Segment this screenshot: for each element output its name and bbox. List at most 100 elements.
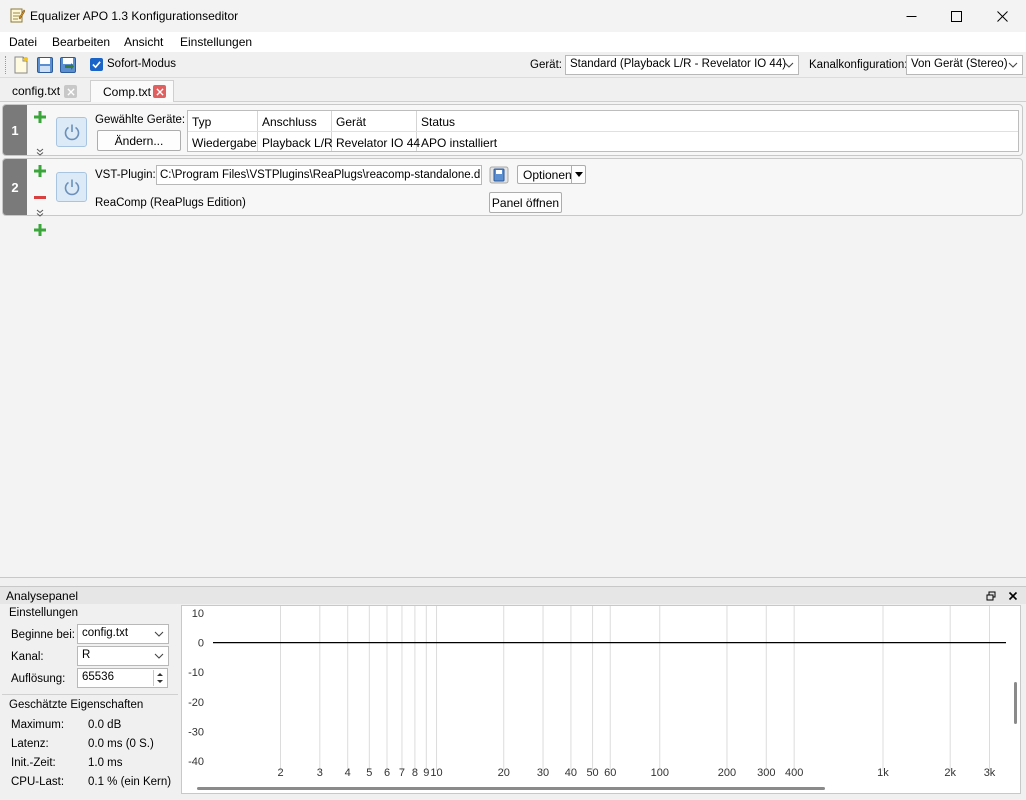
browse-plugin-button[interactable]: [489, 166, 509, 184]
x-tick-label: 60: [604, 767, 616, 779]
menu-view[interactable]: Ansicht: [124, 35, 163, 49]
open-file-button[interactable]: [36, 56, 54, 74]
menu-file[interactable]: Datei: [9, 35, 37, 49]
tab-config-close-button[interactable]: [64, 85, 77, 98]
vst-plugin-label: VST-Plugin:: [95, 169, 156, 181]
channel-value: R: [82, 649, 91, 661]
undock-icon: [986, 591, 996, 601]
x-tick-label: 10: [430, 767, 442, 779]
x-tick-label: 8: [412, 767, 418, 779]
latency-value: 0.0 ms (0 S.): [88, 738, 154, 750]
save-as-button[interactable]: [59, 56, 77, 74]
close-panel-button[interactable]: [1008, 590, 1018, 604]
tab-comp-label: Comp.txt: [103, 85, 152, 99]
channel-config-label: Kanalkonfiguration:: [809, 59, 908, 71]
device-select-value: Standard (Playback L/R - Revelator IO 44…: [570, 58, 787, 70]
max-value: 0.0 dB: [88, 719, 122, 731]
table-header-status: Status: [421, 115, 456, 129]
init-time-label: Init.-Zeit:: [11, 757, 56, 769]
channel-config-select[interactable]: Von Gerät (Stereo): [906, 55, 1023, 75]
add-filter-bottom-button[interactable]: [34, 224, 46, 239]
vst-path-input[interactable]: C:\Program Files\VSTPlugins\ReaPlugs\rea…: [156, 165, 482, 185]
row-number[interactable]: 2: [3, 159, 27, 215]
device-select[interactable]: Standard (Playback L/R - Revelator IO 44…: [565, 55, 799, 75]
x-tick-label: 30: [537, 767, 549, 779]
expand-button[interactable]: [36, 206, 44, 220]
open-panel-button[interactable]: Panel öffnen: [489, 192, 562, 213]
plus-icon: [34, 165, 46, 177]
x-tick-label: 5: [366, 767, 372, 779]
x-tick-label: 300: [757, 767, 775, 779]
y-tick-label: 0: [198, 638, 204, 650]
options-dropdown-button[interactable]: Optionen: [517, 165, 586, 184]
plot-vertical-scrollbar[interactable]: [1014, 682, 1017, 724]
x-tick-label: 3k: [984, 767, 996, 779]
x-tick-label: 9: [423, 767, 429, 779]
double-chevron-down-icon: [36, 209, 44, 217]
channel-select[interactable]: R: [77, 646, 169, 666]
start-at-value: config.txt: [82, 627, 129, 639]
chevron-down-icon: [154, 653, 164, 659]
expand-button[interactable]: [36, 145, 44, 159]
plot-horizontal-scrollbar[interactable]: [197, 787, 825, 790]
chevron-down-icon: [1008, 62, 1018, 68]
init-time-value: 1.0 ms: [88, 757, 123, 769]
y-tick-label: -20: [188, 697, 204, 709]
analysis-panel-header: Analysepanel: [0, 586, 1026, 604]
spin-buttons[interactable]: [153, 670, 165, 686]
toolbar: Sofort-Modus Gerät: Standard (Playback L…: [0, 52, 1026, 78]
change-devices-button[interactable]: Ändern...: [97, 130, 181, 151]
menu-edit[interactable]: Bearbeiten: [52, 35, 110, 49]
x-tick-label: 100: [651, 767, 669, 779]
x-tick-label: 3: [317, 767, 323, 779]
table-cell-type: Wiedergabe: [192, 136, 257, 150]
new-file-button[interactable]: [12, 56, 30, 74]
toolbar-grip: [5, 56, 7, 74]
close-icon: [66, 87, 75, 96]
remove-filter-button[interactable]: [34, 189, 46, 203]
plus-icon: [34, 224, 46, 236]
start-at-select[interactable]: config.txt: [77, 624, 169, 644]
close-button[interactable]: [979, 0, 1025, 32]
maximize-button[interactable]: [933, 0, 979, 32]
analysis-panel-title: Analysepanel: [6, 589, 79, 603]
selected-devices-label: Gewählte Geräte:: [95, 114, 186, 126]
tab-config[interactable]: config.txt: [0, 80, 88, 102]
channel-label: Kanal:: [11, 651, 44, 663]
power-icon: [64, 124, 79, 141]
row-number[interactable]: 1: [3, 105, 27, 155]
table-header-type: Typ: [192, 115, 212, 129]
x-tick-label: 200: [718, 767, 736, 779]
table-header-device: Gerät: [336, 115, 367, 129]
close-icon: [996, 10, 1008, 22]
undock-panel-button[interactable]: [986, 590, 996, 604]
filter-row-2: 2 VST-Plugin: C:\Program Files\VSTPlugin…: [2, 158, 1023, 217]
instant-mode-checkbox[interactable]: [90, 58, 103, 71]
x-tick-label: 400: [785, 767, 803, 779]
minimize-button[interactable]: [888, 0, 934, 32]
add-filter-button[interactable]: [34, 165, 46, 180]
add-filter-button[interactable]: [34, 111, 46, 126]
checkmark-icon: [92, 61, 101, 69]
maximize-icon: [950, 10, 962, 22]
cpu-load-value: 0.1 % (ein Kern): [88, 776, 172, 788]
tab-comp-close-button[interactable]: [153, 85, 166, 98]
x-tick-label: 6: [384, 767, 390, 779]
menu-settings[interactable]: Einstellungen: [180, 35, 252, 49]
plugin-name: ReaComp (ReaPlugs Edition): [95, 197, 246, 209]
options-label: Optionen: [523, 167, 572, 182]
frequency-response-plot[interactable]: 2 3 4 5 6 7 8 9 10 20 30 40 50 60 100 200 300 400 1k 2k 3k 10…: [181, 605, 1021, 794]
table-header-port: Anschluss: [262, 115, 317, 129]
tab-comp[interactable]: Comp.txt: [90, 80, 174, 102]
filter-row-1: 1 Gewählte Geräte: Ändern... Typ Anschlu…: [2, 104, 1023, 156]
resolution-label: Auflösung:: [11, 673, 66, 685]
title-bar: Equalizer APO 1.3 Konfigurationseditor: [0, 0, 1026, 32]
device-table: Typ Anschluss Gerät Status Wiedergabe Pl…: [187, 110, 1019, 152]
save-as-icon: [60, 57, 76, 73]
y-tick-label: -10: [188, 667, 204, 679]
resolution-spinbox[interactable]: 65536: [77, 668, 168, 688]
dropdown-arrow-icon: [575, 172, 583, 177]
power-toggle-button[interactable]: [56, 117, 87, 147]
channel-config-value: Von Gerät (Stereo): [911, 58, 1008, 70]
power-toggle-button[interactable]: [56, 172, 87, 202]
